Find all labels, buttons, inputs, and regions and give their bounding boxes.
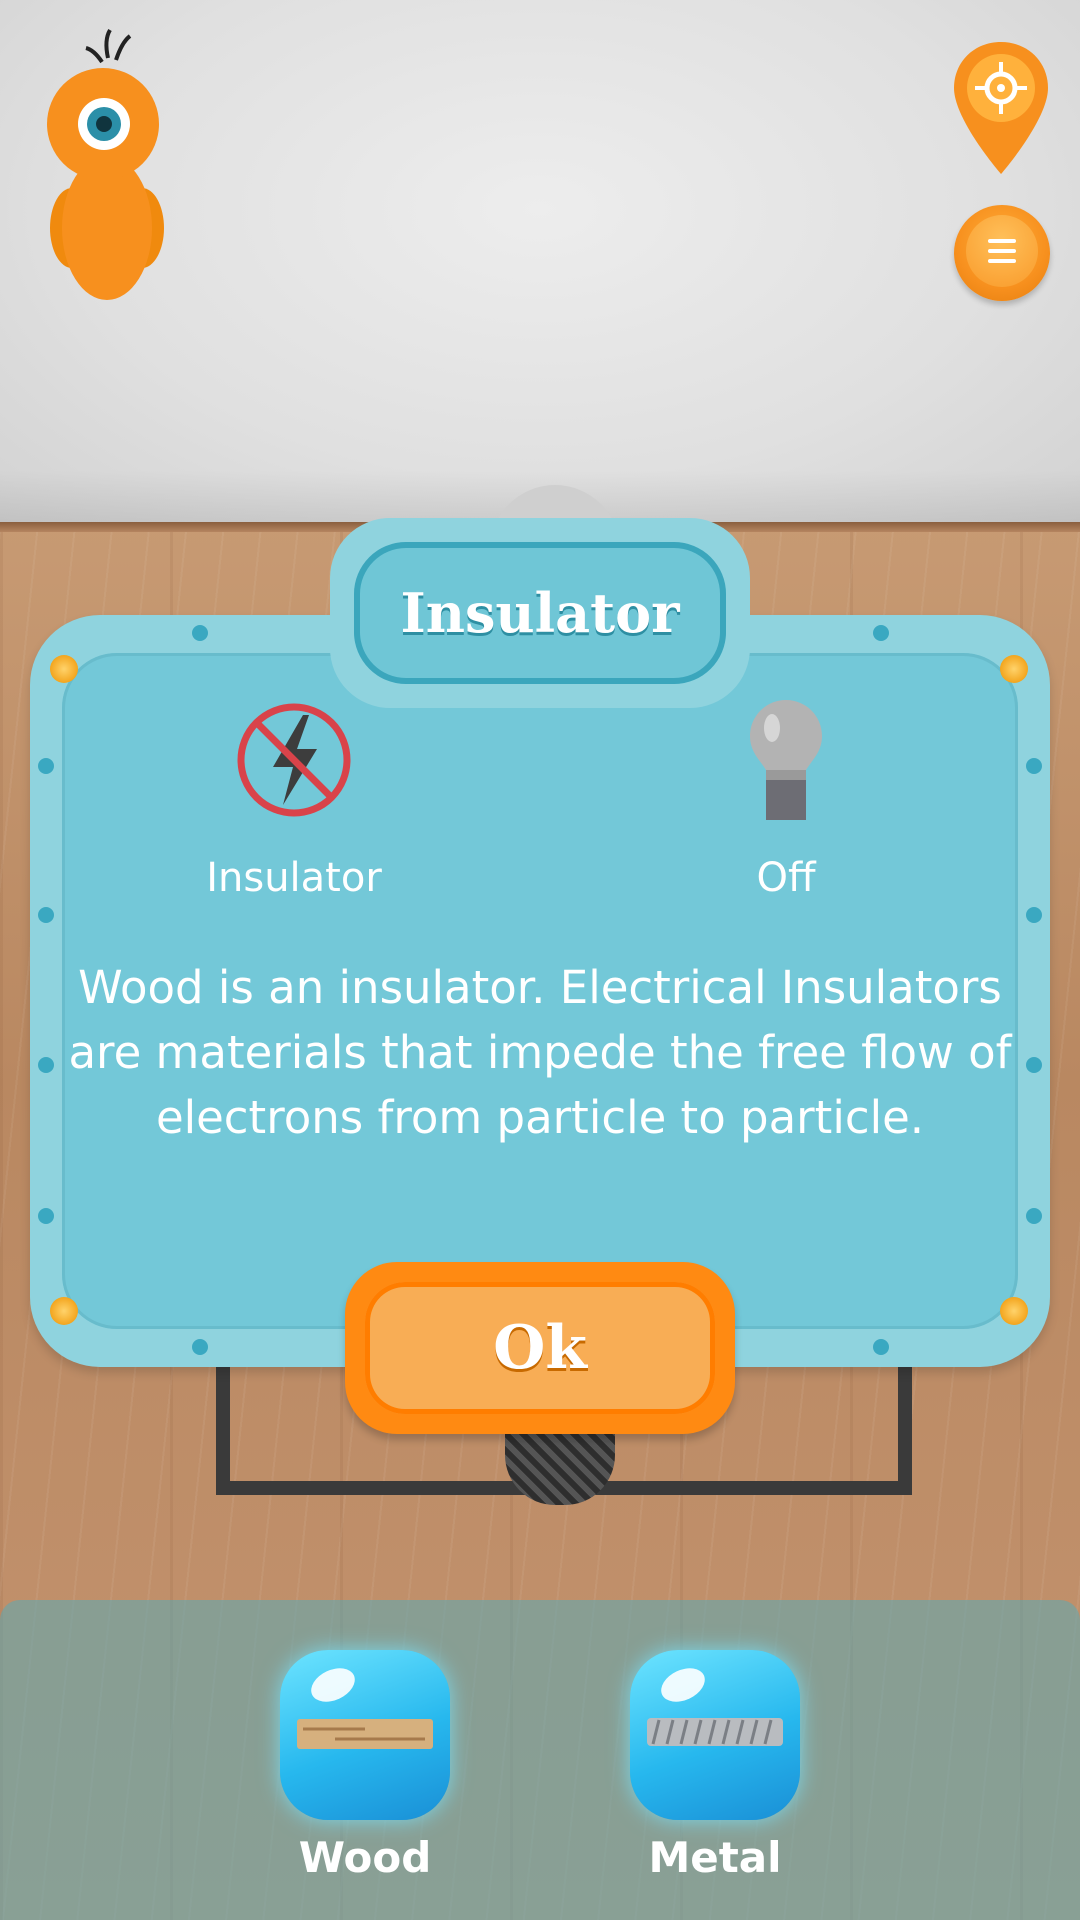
rivet — [873, 625, 889, 641]
dialog-description: Wood is an insulator. Electrical Insulat… — [68, 961, 1012, 1144]
rivet — [192, 625, 208, 641]
rivet — [1026, 758, 1042, 774]
material-wood-button[interactable]: Wood — [270, 1650, 460, 1890]
screw — [1000, 655, 1028, 683]
rivet — [873, 1339, 889, 1355]
material-metal-button[interactable]: Metal — [620, 1650, 810, 1890]
menu-button[interactable] — [954, 205, 1050, 301]
hamburger-menu-icon — [966, 215, 1038, 287]
rivet — [38, 907, 54, 923]
screw — [50, 1297, 78, 1325]
material-label-wood: Wood — [298, 1833, 432, 1882]
no-electricity-icon — [237, 703, 351, 817]
material-tray — [0, 1600, 1080, 1920]
dialog-title-plate: Insulator — [330, 518, 750, 708]
metal-bolt-icon — [647, 1718, 783, 1746]
wood-plank-icon — [297, 1719, 433, 1749]
rivet — [38, 1208, 54, 1224]
screw — [50, 655, 78, 683]
location-pin-icon — [954, 42, 1048, 174]
conductivity-label: Insulator — [206, 855, 382, 901]
metal-gem — [630, 1650, 800, 1820]
material-label-metal: Metal — [648, 1833, 782, 1882]
rivet — [1026, 1208, 1042, 1224]
rivet — [38, 758, 54, 774]
dialog-title: Insulator — [400, 581, 680, 645]
rivet — [38, 1057, 54, 1073]
ok-button-label: Ok — [493, 1313, 587, 1383]
screw — [1000, 1297, 1028, 1325]
rivet — [192, 1339, 208, 1355]
ok-button[interactable]: Ok — [345, 1262, 735, 1434]
rivet — [1026, 907, 1042, 923]
locate-button[interactable] — [952, 40, 1050, 176]
rivet — [1026, 1057, 1042, 1073]
bulb-state-label: Off — [756, 855, 816, 901]
light-bulb-off-icon — [750, 700, 822, 820]
mascot-character — [47, 28, 164, 300]
wood-gem — [280, 1650, 450, 1820]
